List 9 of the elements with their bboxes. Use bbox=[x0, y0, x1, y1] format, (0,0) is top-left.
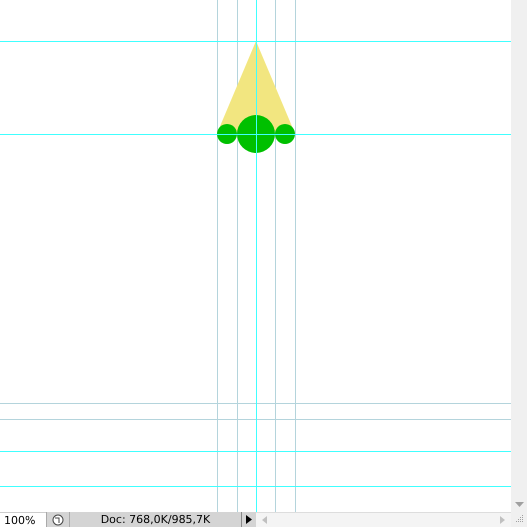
status-menu-icon[interactable] bbox=[52, 514, 64, 526]
document-size-info: Doc: 768,0K/985,7K bbox=[100, 512, 212, 527]
scroll-left-arrow-icon[interactable] bbox=[262, 516, 267, 524]
right-triangle-icon bbox=[246, 515, 252, 524]
resize-grip-icon[interactable] bbox=[511, 512, 527, 527]
scroll-down-arrow-icon[interactable] bbox=[514, 502, 524, 508]
horizontal-scrollbar[interactable] bbox=[256, 512, 511, 527]
scroll-right-arrow-icon[interactable] bbox=[500, 516, 505, 524]
zoom-level-field[interactable]: 100% bbox=[0, 512, 46, 527]
